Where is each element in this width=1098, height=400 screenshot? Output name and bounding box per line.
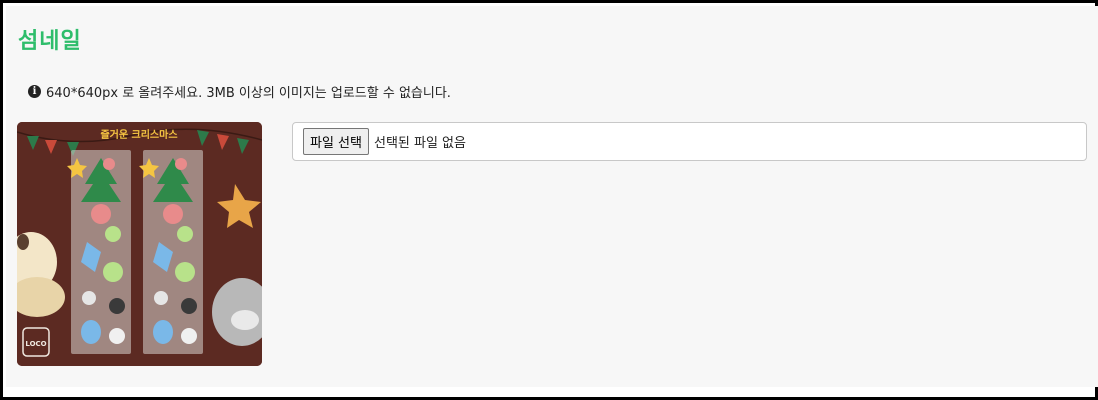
banner-text: 즐거운 크리스마스 xyxy=(100,128,177,141)
upload-notice: i 640*640px 로 올려주세요. 3MB 이상의 이미지는 업로드할 수… xyxy=(28,82,451,101)
window-frame: 섬네일 i 640*640px 로 올려주세요. 3MB 이상의 이미지는 업로… xyxy=(0,0,1098,400)
logo-text: LOCO xyxy=(25,340,46,348)
info-circle-icon: i xyxy=(28,85,41,98)
file-status-text: 선택된 파일 없음 xyxy=(373,136,466,151)
thumbnail-preview: 즐거운 크리스마스 LOCO xyxy=(17,122,262,366)
thumbnail-section: 섬네일 i 640*640px 로 올려주세요. 3MB 이상의 이미지는 업로… xyxy=(6,6,1098,387)
thumbnail-file-input[interactable]: 파일 선택 선택된 파일 없음 xyxy=(292,122,1087,161)
choose-file-button[interactable]: 파일 선택 xyxy=(303,128,369,155)
thumbnail-image: 즐거운 크리스마스 LOCO xyxy=(17,122,262,366)
section-title: 섬네일 xyxy=(18,29,82,54)
notice-text: 640*640px 로 올려주세요. 3MB 이상의 이미지는 업로드할 수 없… xyxy=(46,86,451,101)
